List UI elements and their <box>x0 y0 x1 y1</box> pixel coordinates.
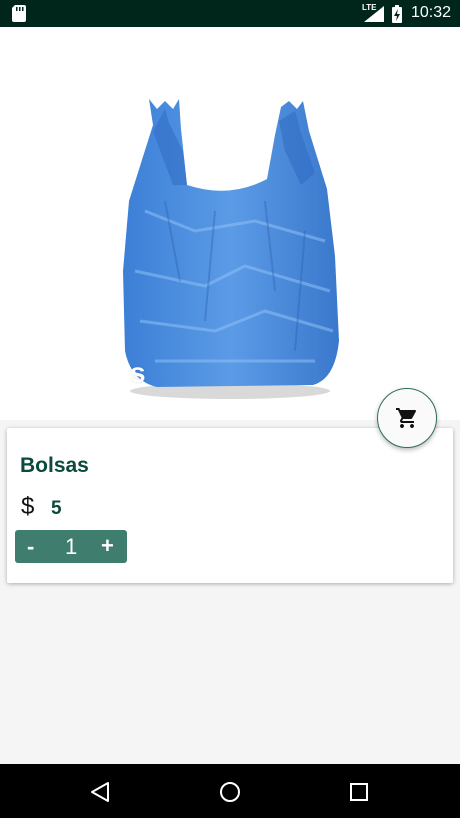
currency-symbol: $ <box>21 493 35 520</box>
recents-icon[interactable] <box>346 779 372 805</box>
product-name: Bolsas <box>20 454 89 477</box>
sd-card-icon <box>12 5 26 22</box>
increment-button[interactable]: + <box>101 533 114 559</box>
shopping-cart-icon <box>396 408 417 428</box>
home-icon[interactable] <box>217 779 243 805</box>
quantity-value: 1 <box>65 534 78 559</box>
status-bar: LTE 10:32 <box>0 0 460 27</box>
cart-button[interactable] <box>377 388 437 448</box>
navigation-bar <box>0 764 460 818</box>
signal-icon <box>364 6 384 22</box>
product-price: 5 <box>51 498 62 519</box>
product-hero: s <box>0 27 460 420</box>
status-clock: 10:32 <box>411 4 452 21</box>
decrement-button[interactable]: - <box>27 534 34 560</box>
image-overlay-text: s <box>130 357 146 388</box>
quantity-stepper: - 1 + <box>15 530 127 563</box>
product-card: Bolsas $ 5 - 1 + <box>7 428 453 583</box>
back-icon[interactable] <box>88 779 114 805</box>
battery-charging-icon <box>392 5 402 23</box>
